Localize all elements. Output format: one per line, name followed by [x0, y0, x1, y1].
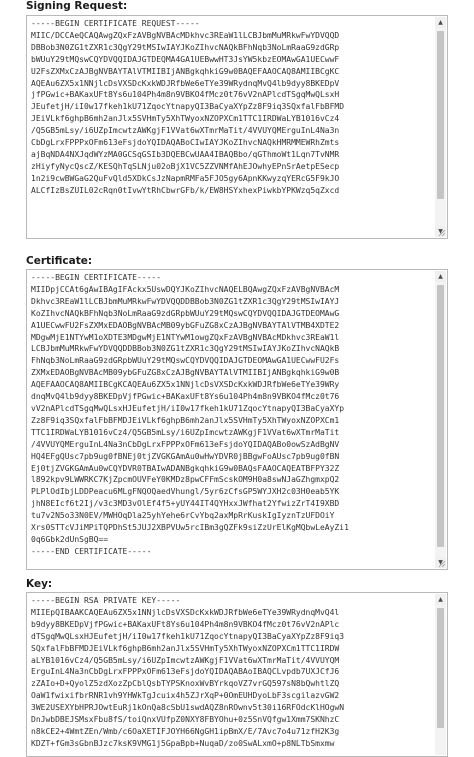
key-scroll-thumb[interactable]: [437, 608, 444, 728]
signing-request-scroll-thumb[interactable]: [437, 31, 444, 199]
key-text[interactable]: -----BEGIN RSA PRIVATE KEY----- MIIEpQIB…: [31, 595, 431, 750]
scroll-up-arrow-icon[interactable]: ▲: [435, 17, 446, 28]
certificate-textarea[interactable]: -----BEGIN CERTIFICATE----- MIIDpjCCAt6g…: [26, 269, 448, 570]
key-textarea[interactable]: -----BEGIN RSA PRIVATE KEY----- MIIEpQIB…: [26, 592, 448, 757]
key-scrollbar[interactable]: ▲: [435, 594, 446, 755]
key-label: Key:: [26, 578, 53, 590]
certificate-text[interactable]: -----BEGIN CERTIFICATE----- MIIDpjCCAt6g…: [31, 272, 431, 558]
certificate-scroll-thumb[interactable]: [437, 285, 444, 547]
resize-grip-icon[interactable]: [438, 560, 446, 568]
resize-grip-icon[interactable]: [438, 229, 446, 237]
signing-request-label: Signing Request:: [26, 0, 128, 12]
certificate-scrollbar[interactable]: ▲ ▼: [435, 271, 446, 568]
signing-request-scrollbar[interactable]: ▲ ▼: [435, 17, 446, 237]
signing-request-text[interactable]: -----BEGIN CERTIFICATE REQUEST----- MIIC…: [31, 18, 431, 197]
signing-request-textarea[interactable]: -----BEGIN CERTIFICATE REQUEST----- MIIC…: [26, 15, 448, 239]
scroll-up-arrow-icon[interactable]: ▲: [435, 594, 446, 605]
certificate-label: Certificate:: [26, 255, 93, 267]
scroll-up-arrow-icon[interactable]: ▲: [435, 271, 446, 282]
